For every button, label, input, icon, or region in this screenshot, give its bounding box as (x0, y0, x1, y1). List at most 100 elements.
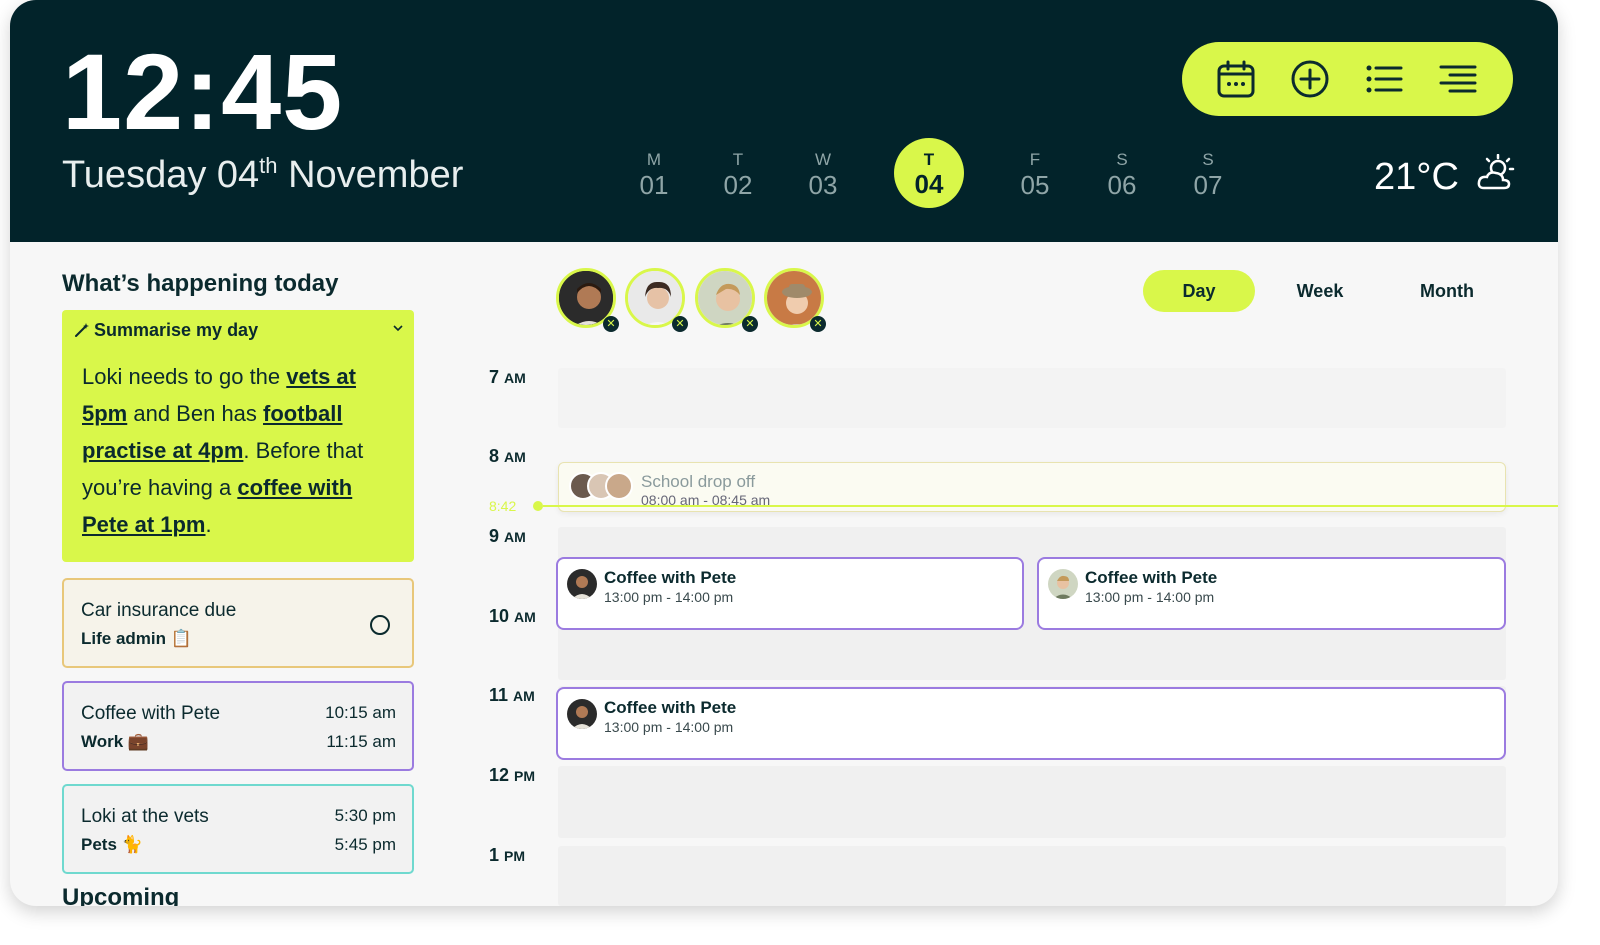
list-icon[interactable] (1364, 59, 1404, 99)
event-card-coffee[interactable]: Coffee with Pete Work 💼 10:15 am 11:15 a… (62, 681, 414, 771)
chevron-down-icon[interactable] (392, 322, 404, 334)
attendee-avatar (567, 699, 597, 729)
current-date: Tuesday 04th November (62, 153, 464, 196)
summary-card[interactable]: Summarise my day Loki needs to go the ve… (62, 310, 414, 562)
day-number: 06 (1107, 170, 1137, 200)
partly-sunny-icon (1477, 154, 1515, 190)
event-coffee-with-pete[interactable]: Coffee with Pete 13:00 pm - 14:00 pm (556, 557, 1024, 630)
person-icon (1048, 569, 1078, 599)
event-title: Coffee with Pete (1085, 568, 1218, 587)
current-time-label: 8:42 (489, 498, 517, 514)
event-coffee-with-pete[interactable]: Coffee with Pete 13:00 pm - 14:00 pm (556, 687, 1506, 760)
hour-label: 1 PM (489, 845, 525, 866)
event-time: 13:00 pm - 14:00 pm (1085, 589, 1215, 605)
day-friday[interactable]: F 05 (1005, 150, 1065, 200)
event-time: 13:00 pm - 14:00 pm (604, 719, 734, 735)
event-title: School drop off (641, 472, 756, 491)
hour-slot-1pm[interactable] (558, 846, 1506, 906)
date-suffix: th (259, 153, 278, 178)
attendee-avatar (1048, 569, 1078, 599)
view-day-button[interactable]: Day (1143, 270, 1255, 312)
card-start-time: 5:30 pm (334, 806, 396, 825)
day-monday[interactable]: M 01 (624, 150, 684, 200)
hour-num: 10 (489, 606, 510, 626)
day-letter: T (732, 150, 744, 169)
view-month-button[interactable]: Month (1388, 270, 1506, 312)
remove-member-icon[interactable]: ✕ (810, 316, 826, 332)
day-letter: F (1029, 150, 1041, 169)
hour-ampm: AM (504, 449, 526, 465)
remove-member-icon[interactable]: ✕ (603, 316, 619, 332)
hour-num: 11 (489, 685, 509, 705)
hour-num: 9 (489, 526, 500, 546)
day-letter: S (1202, 150, 1214, 169)
hour-label: 8 AM (489, 446, 526, 467)
summary-part: . (205, 512, 212, 537)
hour-label: 11 AM (489, 685, 535, 706)
remove-member-icon[interactable]: ✕ (672, 316, 688, 332)
day-saturday[interactable]: S 06 (1092, 150, 1152, 200)
day-letter: S (1116, 150, 1128, 169)
day-sunday[interactable]: S 07 (1178, 150, 1238, 200)
card-category: Life admin 📋 (81, 629, 192, 648)
day-letter: M (646, 150, 662, 169)
day-letter: W (814, 150, 832, 169)
day-number: 01 (639, 170, 669, 200)
card-end-time: 5:45 pm (334, 835, 396, 854)
day-selected[interactable]: T 04 (894, 138, 964, 208)
hour-num: 12 (489, 765, 510, 785)
hour-ampm: AM (504, 529, 526, 545)
summary-part: Loki needs to go the (82, 364, 287, 389)
event-title: Coffee with Pete (604, 698, 737, 717)
task-card-car-insurance[interactable]: Car insurance due Life admin 📋 (62, 578, 414, 668)
card-category: Pets 🐈 (81, 835, 143, 854)
event-end: 14:00 pm (674, 589, 734, 605)
clock: 12:45 (62, 31, 344, 152)
hour-ampm: PM (514, 768, 536, 784)
task-checkbox[interactable] (370, 615, 390, 635)
summary-heading-label: Summarise my day (94, 320, 259, 340)
event-end: 14:00 pm (674, 719, 734, 735)
magic-wand-icon (75, 323, 89, 337)
card-start-time: 10:15 am (325, 703, 396, 722)
align-right-icon[interactable] (1438, 59, 1478, 99)
event-title: Coffee with Pete (604, 568, 737, 587)
hour-label: 10 AM (489, 606, 536, 627)
section-title-upcoming: Upcoming (62, 884, 180, 906)
add-circle-icon[interactable] (1290, 59, 1330, 99)
day-wednesday[interactable]: W 03 (793, 150, 853, 200)
view-week-button[interactable]: Week (1265, 270, 1375, 312)
section-title-today: What’s happening today (62, 270, 339, 297)
day-tuesday-prev[interactable]: T 02 (708, 150, 768, 200)
hour-ampm: AM (504, 370, 526, 386)
attendee-avatar (567, 569, 597, 599)
summary-heading[interactable]: Summarise my day (74, 320, 258, 341)
event-card-vets[interactable]: Loki at the vets Pets 🐈 5:30 pm 5:45 pm (62, 784, 414, 874)
hour-slot-7am[interactable] (558, 368, 1506, 428)
event-start: 13:00 pm (1085, 589, 1144, 605)
hour-label: 12 PM (489, 765, 535, 786)
current-time-line (543, 505, 1558, 507)
hour-label: 9 AM (489, 526, 526, 547)
person-icon (567, 699, 597, 729)
temperature: 21°C (1374, 156, 1459, 198)
app-frame: 12:45 Tuesday 04th November M 01 T 02 W 03 … (10, 0, 1558, 906)
hour-ampm: AM (513, 688, 535, 704)
person-icon (567, 569, 597, 599)
card-title: Loki at the vets (81, 806, 209, 827)
hour-num: 1 (489, 845, 500, 865)
event-start: 13:00 pm (604, 589, 663, 605)
hour-num: 7 (489, 367, 500, 387)
date-day: Tuesday 04 (62, 154, 260, 196)
event-coffee-with-pete[interactable]: Coffee with Pete 13:00 pm - 14:00 pm (1037, 557, 1506, 630)
day-number: 02 (723, 170, 753, 200)
event-start: 13:00 pm (604, 719, 663, 735)
date-month: November (277, 154, 464, 196)
event-end: 14:00 pm (1155, 589, 1215, 605)
hour-slot-12pm[interactable] (558, 766, 1506, 838)
remove-member-icon[interactable]: ✕ (742, 316, 758, 332)
hour-ampm: AM (514, 609, 536, 625)
calendar-icon[interactable] (1216, 59, 1256, 99)
event-time: 13:00 pm - 14:00 pm (604, 589, 734, 605)
day-number: 03 (808, 170, 838, 200)
